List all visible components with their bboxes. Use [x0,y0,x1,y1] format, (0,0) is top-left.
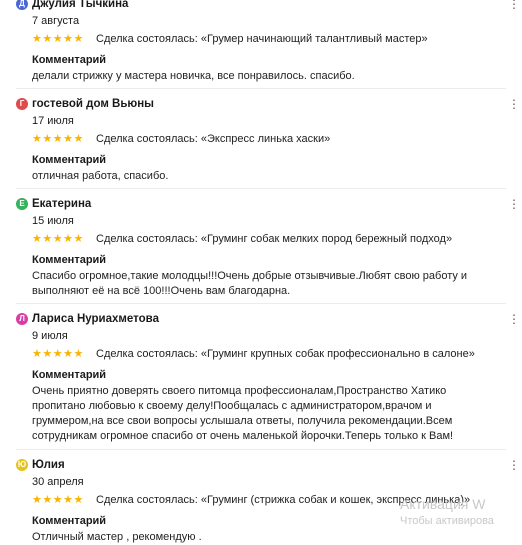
comment-label: Комментарий [32,54,107,66]
comment-text: отличная работа, спасибо. [32,170,169,182]
review-author[interactable]: Лариса Нуриахметова [32,311,159,327]
review-deal-line: ★★★★★ Сделка состоялась: «Грумер начинаю… [32,31,516,47]
more-options-icon[interactable]: ⋮ [508,0,520,12]
more-options-icon[interactable]: ⋮ [508,196,520,212]
review-author[interactable]: Юлия [32,457,65,473]
review-author[interactable]: Екатерина [32,196,91,212]
review-card: Е Екатерина ⋮ 15 июля ★★★★★ Сделка состо… [16,196,520,299]
deal-text: Сделка состоялась: «Груминг крупных соба… [96,348,475,360]
review-date: 7 августа [32,15,80,27]
review-date: 15 июля [32,215,74,227]
comment-label: Комментарий [32,154,107,166]
review-deal-line: ★★★★★ Сделка состоялась: «Груминг крупны… [32,346,516,362]
review-card: Г гостевой дом Вьюны ⋮ 17 июля ★★★★★ Сде… [16,96,520,184]
comment-text: Спасибо огромное,такие молодцы!!!Очень д… [32,270,468,297]
review-author[interactable]: гостевой дом Вьюны [32,96,154,112]
divider [16,88,506,89]
more-options-icon[interactable]: ⋮ [508,96,520,112]
avatar[interactable]: Г [16,98,28,110]
comment-label: Комментарий [32,369,107,381]
comment-text: Очень приятно доверять своего питомца пр… [32,385,454,442]
review-card: Д Джулия Тычкина ⋮ 7 августа ★★★★★ Сделк… [16,0,520,84]
review-date: 30 апреля [32,476,84,488]
review-author[interactable]: Джулия Тычкина [32,0,128,12]
review-date: 9 июля [32,330,68,342]
divider [16,188,506,189]
divider [16,449,506,450]
rating-stars-icon: ★★★★★ [32,133,84,145]
more-options-icon[interactable]: ⋮ [508,311,520,327]
comment-text: делали стрижку у мастера новичка, все по… [32,70,355,82]
comment-label: Комментарий [32,254,107,266]
rating-stars-icon: ★★★★★ [32,348,84,360]
windows-activation-watermark: Активация W [400,496,486,512]
avatar[interactable]: Л [16,313,28,325]
rating-stars-icon: ★★★★★ [32,33,84,45]
more-options-icon[interactable]: ⋮ [508,457,520,473]
avatar[interactable]: Д [16,0,28,10]
rating-stars-icon: ★★★★★ [32,233,84,245]
review-card: Л Лариса Нуриахметова ⋮ 9 июля ★★★★★ Сде… [16,311,520,444]
review-deal-line: ★★★★★ Сделка состоялась: «Экспресс линьк… [32,131,516,147]
avatar[interactable]: Е [16,198,28,210]
review-deal-line: ★★★★★ Сделка состоялась: «Груминг собак … [32,231,516,247]
deal-text: Сделка состоялась: «Груминг собак мелких… [96,233,453,245]
windows-activation-subtext: Чтобы активирова [400,515,494,527]
avatar[interactable]: Ю [16,459,28,471]
deal-text: Сделка состоялась: «Экспресс линька хаск… [96,133,331,145]
comment-text: Отличный мастер , рекомендую . [32,531,202,543]
divider [16,303,506,304]
review-date: 17 июля [32,115,74,127]
rating-stars-icon: ★★★★★ [32,494,84,506]
deal-text: Сделка состоялась: «Грумер начинающий та… [96,33,428,45]
